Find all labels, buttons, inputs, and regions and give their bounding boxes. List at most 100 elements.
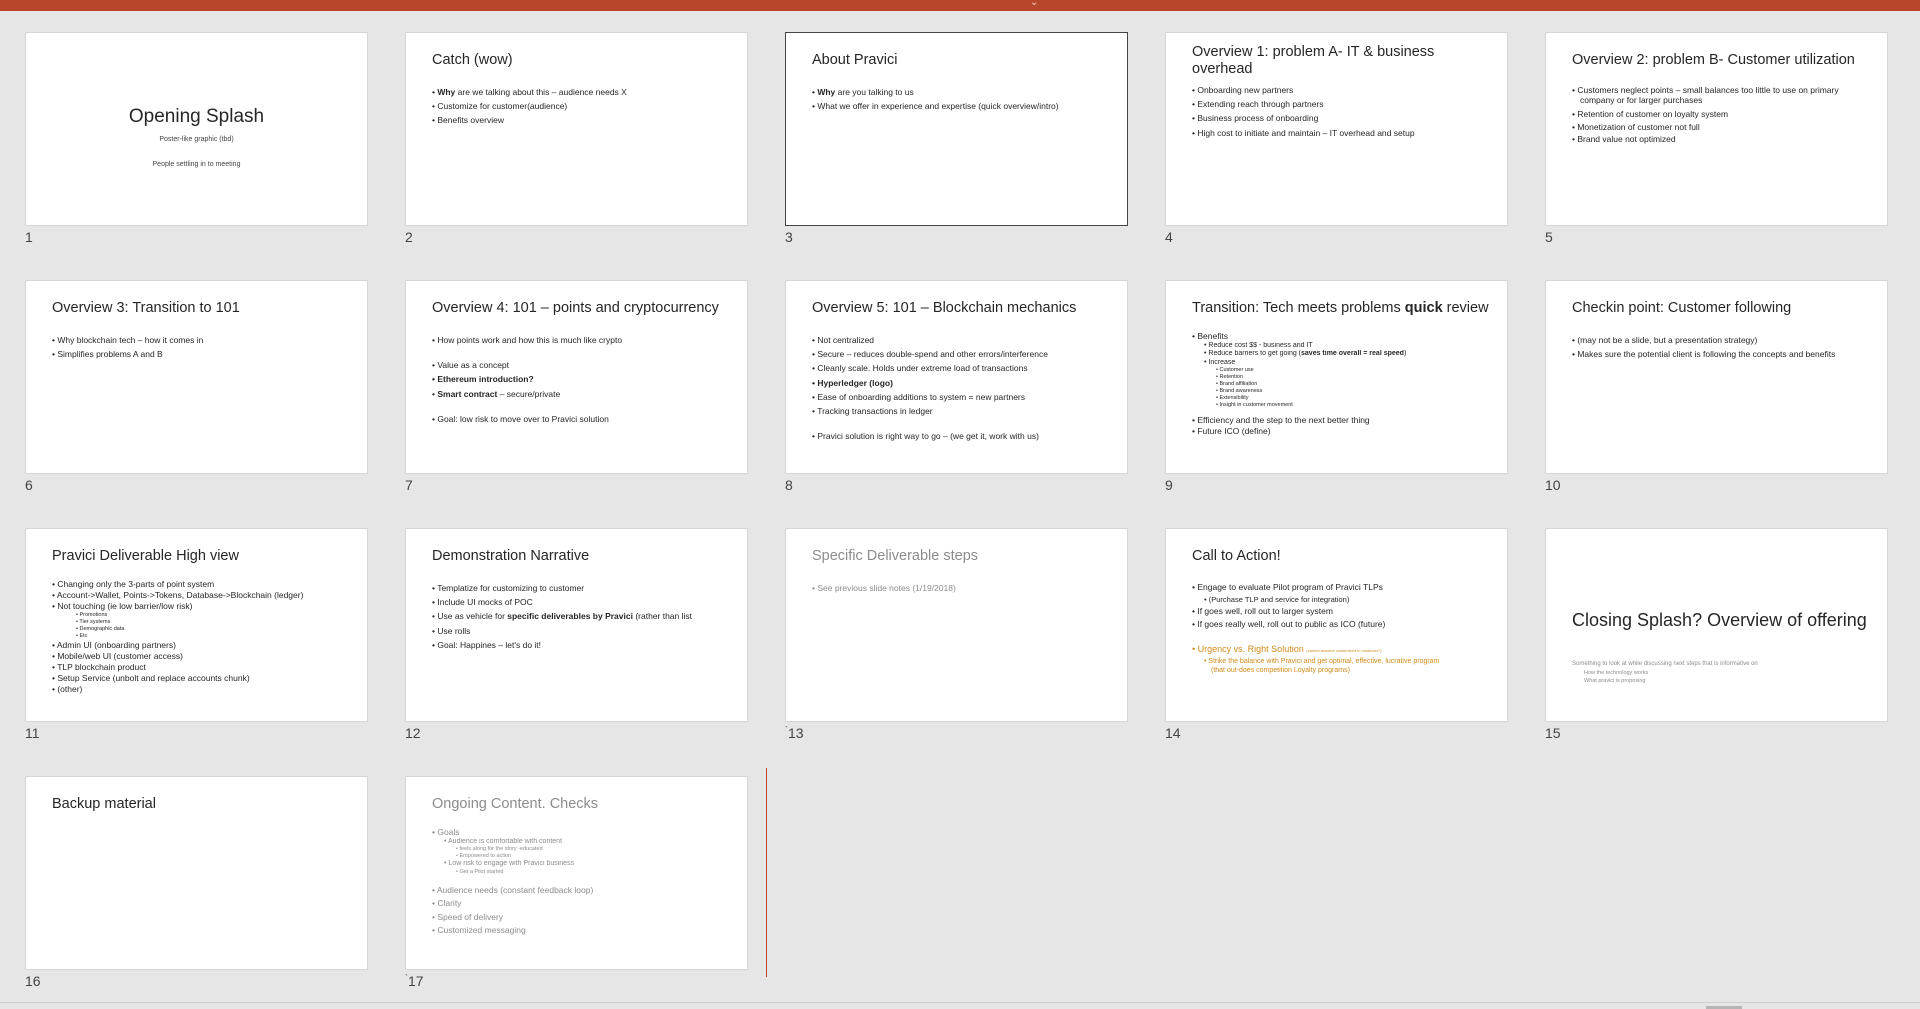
slide-thumbnail-10[interactable]: Checkin point: Customer following (may n… <box>1545 280 1888 500</box>
slide-number: 12 <box>405 725 421 741</box>
slide-canvas[interactable]: Transition: Tech meets problems quick re… <box>1165 280 1508 474</box>
slide-number: 16 <box>25 973 41 989</box>
bullet: Goal: low risk to move over to Pravici s… <box>432 412 733 426</box>
slide-sorter-grid: Opening Splash Poster-like graphic (tbd)… <box>0 0 1920 1000</box>
bullet: Audience is comfortable with content <box>432 838 733 846</box>
bullet: Insight in customer movement <box>1192 402 1493 409</box>
bullet: Get a Pilot started <box>432 869 733 876</box>
bullet: feels along for the story -educated <box>432 846 733 853</box>
bullet: Brand awareness <box>1192 388 1493 395</box>
bullet: Strike the balance with Pravici and get … <box>1192 657 1493 666</box>
slide-number: 10 <box>1545 477 1561 493</box>
slide-canvas[interactable]: Demonstration Narrative Templatize for c… <box>405 528 748 722</box>
bullet: Not centralized <box>812 333 1113 347</box>
bullet: Onboarding new partners <box>1192 83 1493 97</box>
slide-thumbnail-16[interactable]: Backup material 16 <box>25 776 368 996</box>
slide-canvas[interactable]: Opening Splash Poster-like graphic (tbd)… <box>25 32 368 226</box>
slide-number: 4 <box>1165 229 1173 245</box>
slide-canvas[interactable]: Overview 3: Transition to 101 Why blockc… <box>25 280 368 474</box>
bullet: Extending reach through partners <box>1192 97 1493 111</box>
bullet: Changing only the 3-parts of point syste… <box>52 579 353 590</box>
slide-title: Closing Splash? Overview of offering <box>1572 610 1867 630</box>
slide-number: 9 <box>1165 477 1173 493</box>
bullet: Tracking transactions in ledger <box>812 404 1113 418</box>
bullet: Why are you talking to us <box>812 85 1113 99</box>
slide-thumbnail-17[interactable]: Ongoing Content. Checks Goals Audience i… <box>405 776 748 996</box>
bullet: Goals <box>432 827 733 838</box>
bullet-continuation: (that out-does competition Loyalty progr… <box>1211 667 1350 674</box>
slide-canvas[interactable]: Backup material <box>25 776 368 970</box>
slide-number: 3 <box>785 229 793 245</box>
slide-thumbnail-2[interactable]: Catch (wow) Why are we talking about thi… <box>405 32 748 252</box>
bullet: Include UI mocks of POC <box>432 595 733 609</box>
slide-body: Benefits Reduce cost $$ - business and I… <box>1192 331 1493 437</box>
slide-number: 11 <box>25 725 40 741</box>
slide-thumbnail-12[interactable]: Demonstration Narrative Templatize for c… <box>405 528 748 748</box>
slide-number: 2 <box>405 229 413 245</box>
insertion-marker <box>766 768 767 977</box>
bullet: Smart contract – secure/private <box>432 387 733 401</box>
bullet: Reduce barriers to get going (saves time… <box>1192 350 1493 358</box>
bullet: Tier systems <box>52 619 353 626</box>
bullet: Monetization of customer not full <box>1572 121 1873 134</box>
bullet: Why are we talking about this – audience… <box>432 85 733 99</box>
bullet: Why blockchain tech – how it comes in <box>52 333 353 347</box>
slide-thumbnail-15[interactable]: Closing Splash? Overview of offering Som… <box>1545 528 1888 748</box>
slide-thumbnail-11[interactable]: Pravici Deliverable High view Changing o… <box>25 528 368 748</box>
slide-title: Pravici Deliverable High view <box>52 548 239 564</box>
bullet: If goes well, roll out to larger system <box>1192 605 1493 619</box>
slide-body: Goals Audience is comfortable with conte… <box>432 827 733 938</box>
slide-body: Why are we talking about this – audience… <box>432 85 733 128</box>
bullet: Use as vehicle for specific deliverables… <box>432 609 733 623</box>
slide-thumbnail-6[interactable]: Overview 3: Transition to 101 Why blockc… <box>25 280 368 500</box>
slide-title: Transition: Tech meets problems quick re… <box>1192 300 1489 316</box>
bullet: (other) <box>52 684 353 695</box>
slide-title: Demonstration Narrative <box>432 548 590 564</box>
subtitle-line: How the technology works <box>1584 670 1649 676</box>
slide-thumbnail-4[interactable]: Overview 1: problem A- IT & business ove… <box>1165 32 1508 252</box>
slide-canvas[interactable]: Pravici Deliverable High view Changing o… <box>25 528 368 722</box>
bullet: Customize for customer(audience) <box>432 99 733 113</box>
slide-canvas[interactable]: About Pravici Why are you talking to us … <box>785 32 1128 226</box>
slide-subtitle: People settling in to meeting <box>152 161 241 168</box>
slide-canvas[interactable]: Overview 1: problem A- IT & business ove… <box>1165 32 1508 226</box>
bullet: Audience needs (constant feedback loop) <box>432 884 733 898</box>
slide-title: Overview 3: Transition to 101 <box>52 300 240 316</box>
slide-canvas[interactable]: Ongoing Content. Checks Goals Audience i… <box>405 776 748 970</box>
bullet: Customized messaging <box>432 924 733 938</box>
slide-body: How points work and how this is much lik… <box>432 333 733 426</box>
slide-canvas[interactable]: Call to Action! Engage to evaluate Pilot… <box>1165 528 1508 722</box>
slide-canvas[interactable]: Overview 5: 101 – Blockchain mechanics N… <box>785 280 1128 474</box>
slide-thumbnail-9[interactable]: Transition: Tech meets problems quick re… <box>1165 280 1508 500</box>
slide-thumbnail-1[interactable]: Opening Splash Poster-like graphic (tbd)… <box>25 32 368 252</box>
slide-canvas[interactable]: Specific Deliverable steps See previous … <box>785 528 1128 722</box>
bullet: Admin UI (onboarding partners) <box>52 640 353 651</box>
slide-canvas[interactable]: Catch (wow) Why are we talking about thi… <box>405 32 748 226</box>
slide-number: 15 <box>1545 725 1561 741</box>
slide-canvas[interactable]: Overview 2: problem B- Customer utilizat… <box>1545 32 1888 226</box>
bullet: Mobile/web UI (customer access) <box>52 651 353 662</box>
slide-thumbnail-8[interactable]: Overview 5: 101 – Blockchain mechanics N… <box>785 280 1128 500</box>
slide-thumbnail-5[interactable]: Overview 2: problem B- Customer utilizat… <box>1545 32 1888 252</box>
bullet: Benefits <box>1192 331 1493 342</box>
bullet: Future ICO (define) <box>1192 426 1493 437</box>
slide-thumbnail-7[interactable]: Overview 4: 101 – points and cryptocurre… <box>405 280 748 500</box>
slide-body: Why are you talking to us What we offer … <box>812 85 1113 113</box>
slide-canvas[interactable]: Closing Splash? Overview of offering Som… <box>1545 528 1888 722</box>
bullet: Cleanly scale. Holds under extreme load … <box>812 361 1113 375</box>
slide-thumbnail-13[interactable]: Specific Deliverable steps See previous … <box>785 528 1128 748</box>
slide-canvas[interactable]: Checkin point: Customer following (may n… <box>1545 280 1888 474</box>
slide-canvas[interactable]: Overview 4: 101 – points and cryptocurre… <box>405 280 748 474</box>
slide-number: 8 <box>785 477 793 493</box>
slide-title: Checkin point: Customer following <box>1572 300 1792 316</box>
bullet: Setup Service (unbolt and replace accoun… <box>52 673 353 684</box>
slide-thumbnail-14[interactable]: Call to Action! Engage to evaluate Pilot… <box>1165 528 1508 748</box>
bullet: Value as a concept <box>432 358 733 372</box>
slide-body: Templatize for customizing to customer I… <box>432 581 733 652</box>
bullet: Makes sure the potential client is follo… <box>1572 347 1873 361</box>
slide-thumbnail-3[interactable]: About Pravici Why are you talking to us … <box>785 32 1128 252</box>
slide-title: Specific Deliverable steps <box>812 548 979 564</box>
slide-number: `17 <box>405 973 424 989</box>
bullet: Efficiency and the step to the next bett… <box>1192 415 1493 426</box>
bullet: Pravici solution is right way to go – (w… <box>812 429 1113 443</box>
